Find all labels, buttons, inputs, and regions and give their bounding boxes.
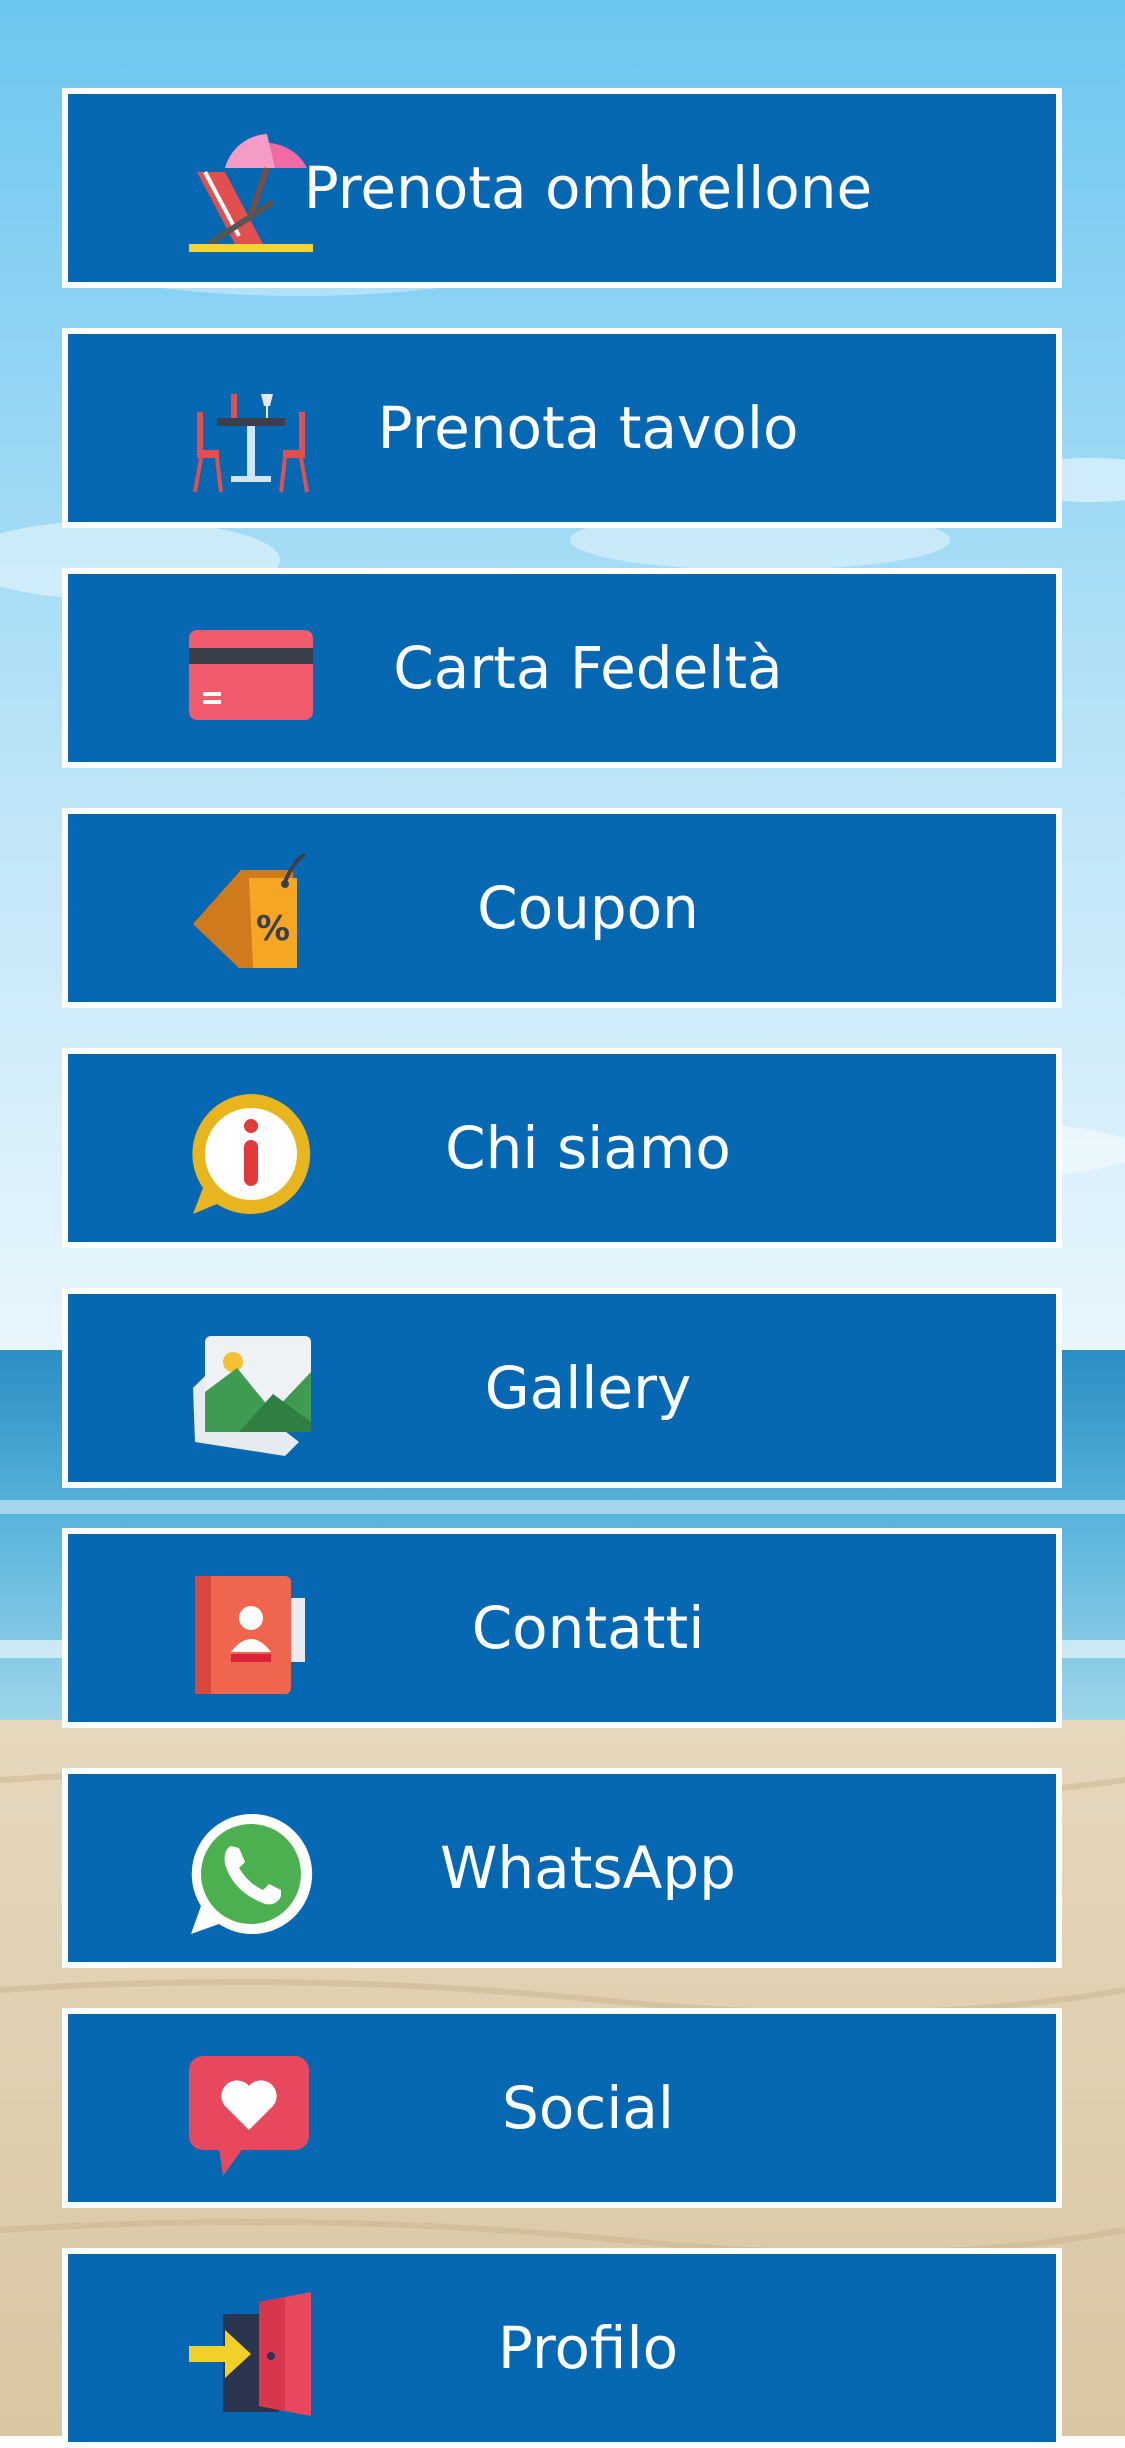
menu-button-whatsapp[interactable]: WhatsApp bbox=[62, 1768, 1062, 1968]
menu-button-social[interactable]: Social bbox=[62, 2008, 1062, 2208]
menu-button-label: Carta Fedeltà bbox=[393, 634, 783, 702]
menu-button-label: Prenota tavolo bbox=[377, 394, 799, 462]
menu-button-label: Profilo bbox=[497, 2314, 679, 2382]
menu-button-label: Coupon bbox=[477, 874, 699, 942]
menu-button-coupon[interactable]: % Coupon bbox=[62, 808, 1062, 1008]
menu-button-prenota-tavolo[interactable]: Prenota tavolo bbox=[62, 328, 1062, 528]
menu-button-label: Contatti bbox=[471, 1594, 705, 1662]
menu-button-label: Gallery bbox=[484, 1354, 692, 1422]
menu-button-label: Chi siamo bbox=[445, 1114, 731, 1182]
menu-button-chi-siamo[interactable]: Chi siamo bbox=[62, 1048, 1062, 1248]
menu-button-prenota-ombrellone[interactable]: Prenota ombrellone bbox=[62, 88, 1062, 288]
menu-button-label: Prenota ombrellone bbox=[303, 154, 873, 222]
menu-button-label: WhatsApp bbox=[440, 1834, 736, 1902]
menu-button-contatti[interactable]: Contatti bbox=[62, 1528, 1062, 1728]
menu-button-gallery[interactable]: Gallery bbox=[62, 1288, 1062, 1488]
menu-button-carta-fedelta[interactable]: Carta Fedeltà bbox=[62, 568, 1062, 768]
menu-button-profilo[interactable]: Profilo bbox=[62, 2248, 1062, 2448]
menu-button-label: Social bbox=[502, 2074, 674, 2142]
